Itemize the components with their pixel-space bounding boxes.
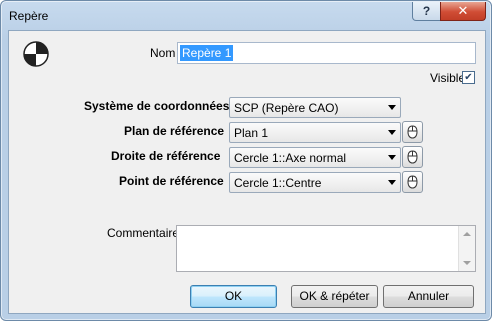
nom-label: Nom bbox=[150, 46, 176, 60]
cancel-button[interactable]: Annuler bbox=[383, 285, 474, 308]
plan-select[interactable]: Plan 1 bbox=[229, 122, 401, 143]
help-button[interactable]: ? bbox=[412, 2, 441, 21]
coordinate-frame-icon bbox=[23, 41, 49, 67]
title-bar[interactable]: Repère ? ✕ bbox=[1, 1, 491, 31]
mouse-pick-icon bbox=[407, 175, 418, 189]
check-icon: ✔ bbox=[464, 72, 473, 83]
chevron-down-icon bbox=[388, 155, 396, 160]
ok-button[interactable]: OK bbox=[190, 285, 277, 308]
close-button[interactable]: ✕ bbox=[440, 2, 486, 21]
droite-select[interactable]: Cercle 1::Axe normal bbox=[229, 147, 401, 168]
point-value: Cercle 1::Centre bbox=[234, 176, 322, 190]
systeme-select[interactable]: SCP (Repère CAO) bbox=[229, 97, 401, 118]
scroll-down-icon[interactable] bbox=[463, 261, 471, 265]
chevron-down-icon bbox=[388, 180, 396, 185]
systeme-value: SCP (Repère CAO) bbox=[234, 101, 339, 115]
window-title: Repère bbox=[9, 9, 49, 23]
plan-value: Plan 1 bbox=[234, 126, 269, 140]
dialog-content: Nom Repère 1 Visible ✔ Système de coordo… bbox=[8, 30, 486, 314]
droite-label: Droite de référence bbox=[111, 149, 221, 163]
nom-input[interactable]: Repère 1 bbox=[177, 42, 476, 64]
systeme-label: Système de coordonnées bbox=[84, 99, 230, 113]
scroll-up-icon[interactable] bbox=[463, 232, 471, 236]
droite-value: Cercle 1::Axe normal bbox=[234, 151, 347, 165]
point-pick-button[interactable] bbox=[402, 171, 423, 193]
point-label: Point de référence bbox=[119, 174, 224, 188]
visible-label: Visible bbox=[430, 71, 466, 85]
ok-repeat-button[interactable]: OK & répéter bbox=[291, 285, 378, 308]
commentaire-label: Commentaire bbox=[107, 226, 180, 240]
commentaire-textarea[interactable] bbox=[176, 225, 476, 272]
droite-pick-button[interactable] bbox=[402, 146, 423, 168]
mouse-pick-icon bbox=[407, 125, 418, 139]
plan-label: Plan de référence bbox=[124, 124, 225, 138]
nom-value: Repère 1 bbox=[180, 45, 234, 61]
chevron-down-icon bbox=[388, 130, 396, 135]
visible-checkbox[interactable]: ✔ bbox=[462, 71, 475, 84]
mouse-pick-icon bbox=[407, 150, 418, 164]
commentaire-scrollbar[interactable] bbox=[458, 226, 475, 271]
point-select[interactable]: Cercle 1::Centre bbox=[229, 172, 401, 193]
dialog-window: Repère ? ✕ Nom Repère 1 Visible ✔ Systèm… bbox=[0, 0, 492, 321]
plan-pick-button[interactable] bbox=[402, 121, 423, 143]
chevron-down-icon bbox=[388, 105, 396, 110]
